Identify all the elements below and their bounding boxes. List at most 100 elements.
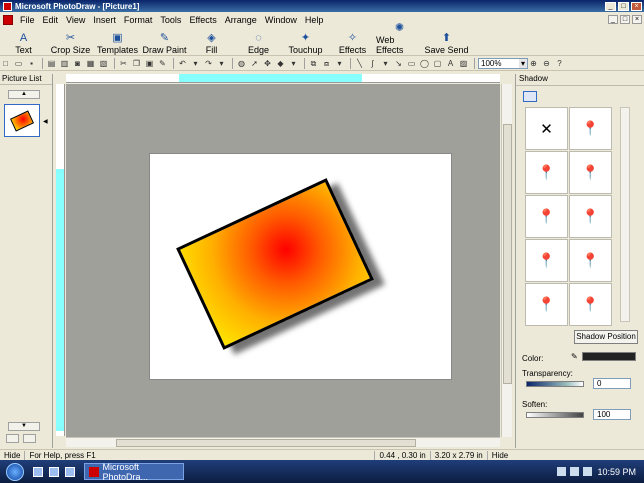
menu-help[interactable]: Help (301, 15, 328, 25)
preview-icon[interactable]: ▧ (98, 58, 109, 69)
menu-effects[interactable]: Effects (185, 15, 220, 25)
menu-arrange[interactable]: Arrange (221, 15, 261, 25)
volume-icon[interactable] (583, 467, 593, 476)
shadow-option[interactable]: 📍 (525, 195, 568, 238)
doc-close-button[interactable]: × (632, 15, 642, 24)
touchup-button[interactable]: ✦ Touchup (282, 27, 329, 55)
start-button[interactable] (0, 461, 30, 483)
scroll-thumb[interactable] (503, 124, 512, 384)
menu-format[interactable]: Format (120, 15, 157, 25)
transparency-slider[interactable] (526, 381, 584, 387)
order-icon[interactable]: ⧈ (321, 58, 332, 69)
picture-canvas[interactable] (149, 153, 452, 380)
picture-thumbnail[interactable] (4, 104, 40, 137)
scroll-up-button[interactable]: ▲ (8, 90, 40, 99)
doc-minimize-button[interactable]: _ (608, 15, 618, 24)
shadow-option[interactable]: 📍 (569, 283, 612, 326)
shadow-color-picker[interactable] (582, 352, 636, 361)
line-icon[interactable]: ╲ (354, 58, 365, 69)
shadow-option[interactable]: 📍 (525, 151, 568, 194)
web-icon[interactable]: ◍ (236, 58, 247, 69)
arrow-icon[interactable]: ↘ (393, 58, 404, 69)
tray-icon[interactable] (557, 467, 567, 476)
shadow-option[interactable]: 📍 (569, 107, 612, 150)
redo-icon[interactable]: ↷ (203, 58, 214, 69)
shape-icon[interactable]: ▢ (432, 58, 443, 69)
zoom-in-icon[interactable]: ⊕ (528, 58, 539, 69)
scroll-down-button[interactable]: ▼ (8, 422, 40, 431)
gallery-scrollbar[interactable] (620, 107, 630, 322)
rectangle-icon[interactable]: ▭ (406, 58, 417, 69)
workspace[interactable] (66, 84, 500, 437)
paste-icon[interactable]: ▣ (144, 58, 155, 69)
undo-icon[interactable]: ↶ (177, 58, 188, 69)
shadow-option[interactable]: 📍 (525, 239, 568, 282)
copy-icon[interactable]: ❐ (131, 58, 142, 69)
redo-dropdown-icon[interactable]: ▾ (216, 58, 227, 69)
eyedropper-icon[interactable]: ✎ (571, 352, 578, 361)
fill-dropdown-icon[interactable]: ▾ (288, 58, 299, 69)
text-button[interactable]: A Text (0, 27, 47, 56)
quick-launch-desktop-icon[interactable] (33, 466, 43, 477)
zoom-out-icon[interactable]: ⊖ (541, 58, 552, 69)
shadow-option[interactable]: 📍 (569, 195, 612, 238)
group-icon[interactable]: ⧉ (308, 58, 319, 69)
scroll-thumb[interactable] (116, 439, 416, 447)
vertical-scrollbar[interactable] (501, 84, 512, 437)
fill-button[interactable]: ◈ Fill (188, 27, 235, 55)
shadow-option[interactable]: 📍 (569, 239, 612, 282)
pan-icon[interactable]: ✥ (262, 58, 273, 69)
scan-icon[interactable]: ▥ (59, 58, 70, 69)
shadow-option[interactable]: 📍 (525, 283, 568, 326)
soften-slider[interactable] (526, 412, 584, 418)
gradient-rectangle[interactable] (176, 178, 374, 350)
cut-icon[interactable]: ✂ (118, 58, 129, 69)
clock[interactable]: 10:59 PM (597, 467, 636, 477)
collapse-arrow-icon[interactable]: ◀ (43, 118, 48, 125)
edge-button[interactable]: ◌ Edge (235, 27, 282, 56)
zoom-select[interactable]: 100% ▾ (478, 58, 528, 69)
pointer-icon[interactable]: ➚ (249, 58, 260, 69)
close-picture-button[interactable] (23, 434, 36, 443)
crop-size-button[interactable]: ✂ Crop Size (47, 27, 94, 55)
open-icon[interactable]: ▭ (13, 58, 24, 69)
doc-restore-button[interactable]: □ (620, 15, 630, 24)
quick-launch-browser-icon[interactable] (65, 466, 75, 477)
quick-launch-folder-icon[interactable] (49, 466, 59, 477)
soften-field[interactable]: 100 (593, 409, 631, 420)
network-icon[interactable] (570, 467, 580, 476)
draw-paint-button[interactable]: ✎ Draw Paint (141, 27, 188, 55)
fill-tool-icon[interactable]: ◆ (275, 58, 286, 69)
shadow-position-button[interactable]: Shadow Position (574, 330, 638, 344)
shadow-option[interactable]: 📍 (569, 151, 612, 194)
effects-button[interactable]: ✧ Effects (329, 27, 376, 55)
print-icon[interactable]: ▤ (46, 58, 57, 69)
menu-tools[interactable]: Tools (156, 15, 185, 25)
text-tool-icon[interactable]: A (445, 58, 456, 69)
save-icon[interactable]: ▪ (26, 58, 37, 69)
horizontal-scrollbar[interactable] (66, 437, 500, 447)
undo-dropdown-icon[interactable]: ▾ (190, 58, 201, 69)
image-icon[interactable]: ▨ (458, 58, 469, 69)
format-painter-icon[interactable]: ✎ (157, 58, 168, 69)
ellipse-icon[interactable]: ◯ (419, 58, 430, 69)
menu-insert[interactable]: Insert (89, 15, 120, 25)
curve-icon[interactable]: ∫ (367, 58, 378, 69)
help-icon[interactable]: ? (554, 58, 565, 69)
taskbar-photodraw[interactable]: Microsoft PhotoDra... (84, 462, 184, 482)
camera-icon[interactable]: ◙ (72, 58, 83, 69)
document-icon[interactable] (3, 14, 13, 25)
browse-icon[interactable]: ▦ (85, 58, 96, 69)
hide-picture-list-button[interactable]: Hide (0, 451, 24, 460)
close-button[interactable]: × (631, 1, 642, 11)
order-dropdown-icon[interactable]: ▾ (334, 58, 345, 69)
menu-view[interactable]: View (62, 15, 89, 25)
new-icon[interactable]: □ (0, 58, 11, 69)
save-send-button[interactable]: ⬆ Save Send (423, 27, 470, 55)
menu-file[interactable]: File (16, 15, 39, 25)
open-picture-button[interactable] (6, 434, 19, 443)
templates-button[interactable]: ▣ Templates (94, 27, 141, 55)
no-shadow-option[interactable]: ✕ (525, 107, 568, 150)
menu-edit[interactable]: Edit (39, 15, 63, 25)
web-effects-button[interactable]: ✺ Web Effects (376, 22, 423, 55)
